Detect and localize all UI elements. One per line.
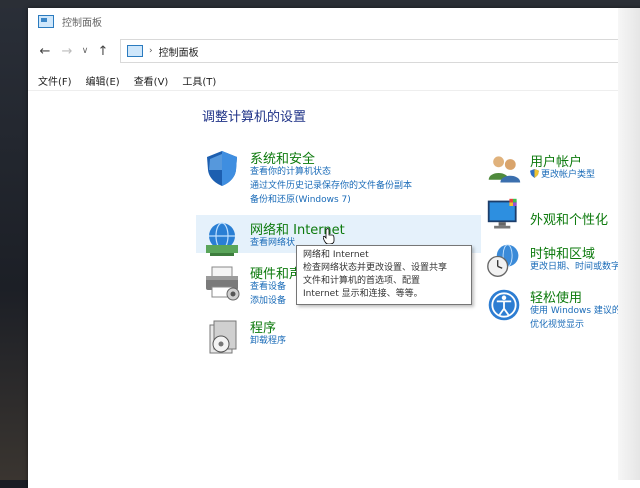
category-appearance: 外观和个性化 <box>486 197 640 237</box>
category-programs: 程序 卸载程序 <box>202 317 442 361</box>
uac-shield-icon <box>530 169 539 178</box>
menu-view[interactable]: 查看(V) <box>134 73 169 88</box>
shield-icon <box>207 151 237 186</box>
clock-globe-icon <box>487 244 519 277</box>
category-user-accounts: 用户帐户 更改帐户类型 <box>486 151 640 191</box>
link-change-date-time[interactable]: 更改日期、时间或数字格 <box>530 260 629 274</box>
menu-tools[interactable]: 工具(T) <box>182 73 216 88</box>
category-title-appearance[interactable]: 外观和个性化 <box>530 209 608 228</box>
menu-bar: 文件(F) 编辑(E) 查看(V) 工具(T) <box>28 70 640 91</box>
link-add-device[interactable]: 添加设备 <box>250 294 286 308</box>
address-bar[interactable]: › 控制面板 <box>120 39 640 63</box>
title-bar: 控制面板 <box>28 8 640 34</box>
link-backup-restore[interactable]: 备份和还原(Windows 7) <box>250 193 412 207</box>
tooltip-line: 检查网络状态并更改设置、设置共享 <box>303 263 448 273</box>
hand-cursor-icon <box>323 228 335 244</box>
control-panel-icon <box>127 45 143 57</box>
category-ease-of-access: 轻松使用 使用 Windows 建议的设置 优化视觉显示 <box>486 287 640 335</box>
monitor-icon <box>487 198 517 229</box>
tooltip-line: 网络和 Internet <box>303 250 369 260</box>
link-view-computer-status[interactable]: 查看你的计算机状态 <box>250 165 412 179</box>
ease-of-access-icon <box>488 289 520 321</box>
link-file-history[interactable]: 通过文件历史记录保存你的文件备份副本 <box>250 179 412 193</box>
link-change-account-type-label: 更改帐户类型 <box>541 170 596 180</box>
navigation-bar: ← → ∨ ↑ › 控制面板 <box>28 38 640 64</box>
link-uninstall-program[interactable]: 卸载程序 <box>250 334 286 348</box>
programs-icon <box>209 320 237 354</box>
network-globe-icon <box>206 222 238 256</box>
recent-locations-button[interactable]: ∨ <box>78 46 92 56</box>
desktop-background <box>0 0 30 480</box>
printer-icon <box>206 266 240 301</box>
menu-edit[interactable]: 编辑(E) <box>86 73 120 88</box>
back-button[interactable]: ← <box>34 44 56 59</box>
category-system-security: 系统和安全 查看你的计算机状态 通过文件历史记录保存你的文件备份副本 备份和还原… <box>202 148 442 208</box>
menu-file[interactable]: 文件(F) <box>38 73 72 88</box>
control-panel-icon <box>38 14 54 28</box>
link-view-devices[interactable]: 查看设备 <box>250 280 286 294</box>
window-title: 控制面板 <box>62 17 102 29</box>
up-button[interactable]: ↑ <box>92 44 114 59</box>
control-panel-window: 控制面板 ← → ∨ ↑ › 控制面板 文件(F) 编辑(E) 查看(V) 工具… <box>28 8 640 488</box>
link-view-network-status[interactable]: 查看网络状 <box>250 236 295 250</box>
tooltip-line: 文件和计算机的首选项、配置 <box>303 276 421 286</box>
page-title: 调整计算机的设置 <box>202 110 307 125</box>
tooltip-line: Internet 显示和连接、等等。 <box>303 289 423 299</box>
category-clock-region: 时钟和区域 更改日期、时间或数字格 <box>486 243 640 283</box>
breadcrumb-control-panel[interactable]: 控制面板 <box>159 44 199 59</box>
forward-button[interactable]: → <box>56 44 78 59</box>
tooltip-network-internet: 网络和 Internet 检查网络状态并更改设置、设置共享 文件和计算机的首选项… <box>296 245 472 305</box>
background-window-strip <box>0 0 640 8</box>
users-icon <box>488 156 521 183</box>
window-edge-shade <box>618 8 640 480</box>
breadcrumb-separator: › <box>149 46 153 56</box>
link-change-account-type[interactable]: 更改帐户类型 <box>530 168 595 182</box>
